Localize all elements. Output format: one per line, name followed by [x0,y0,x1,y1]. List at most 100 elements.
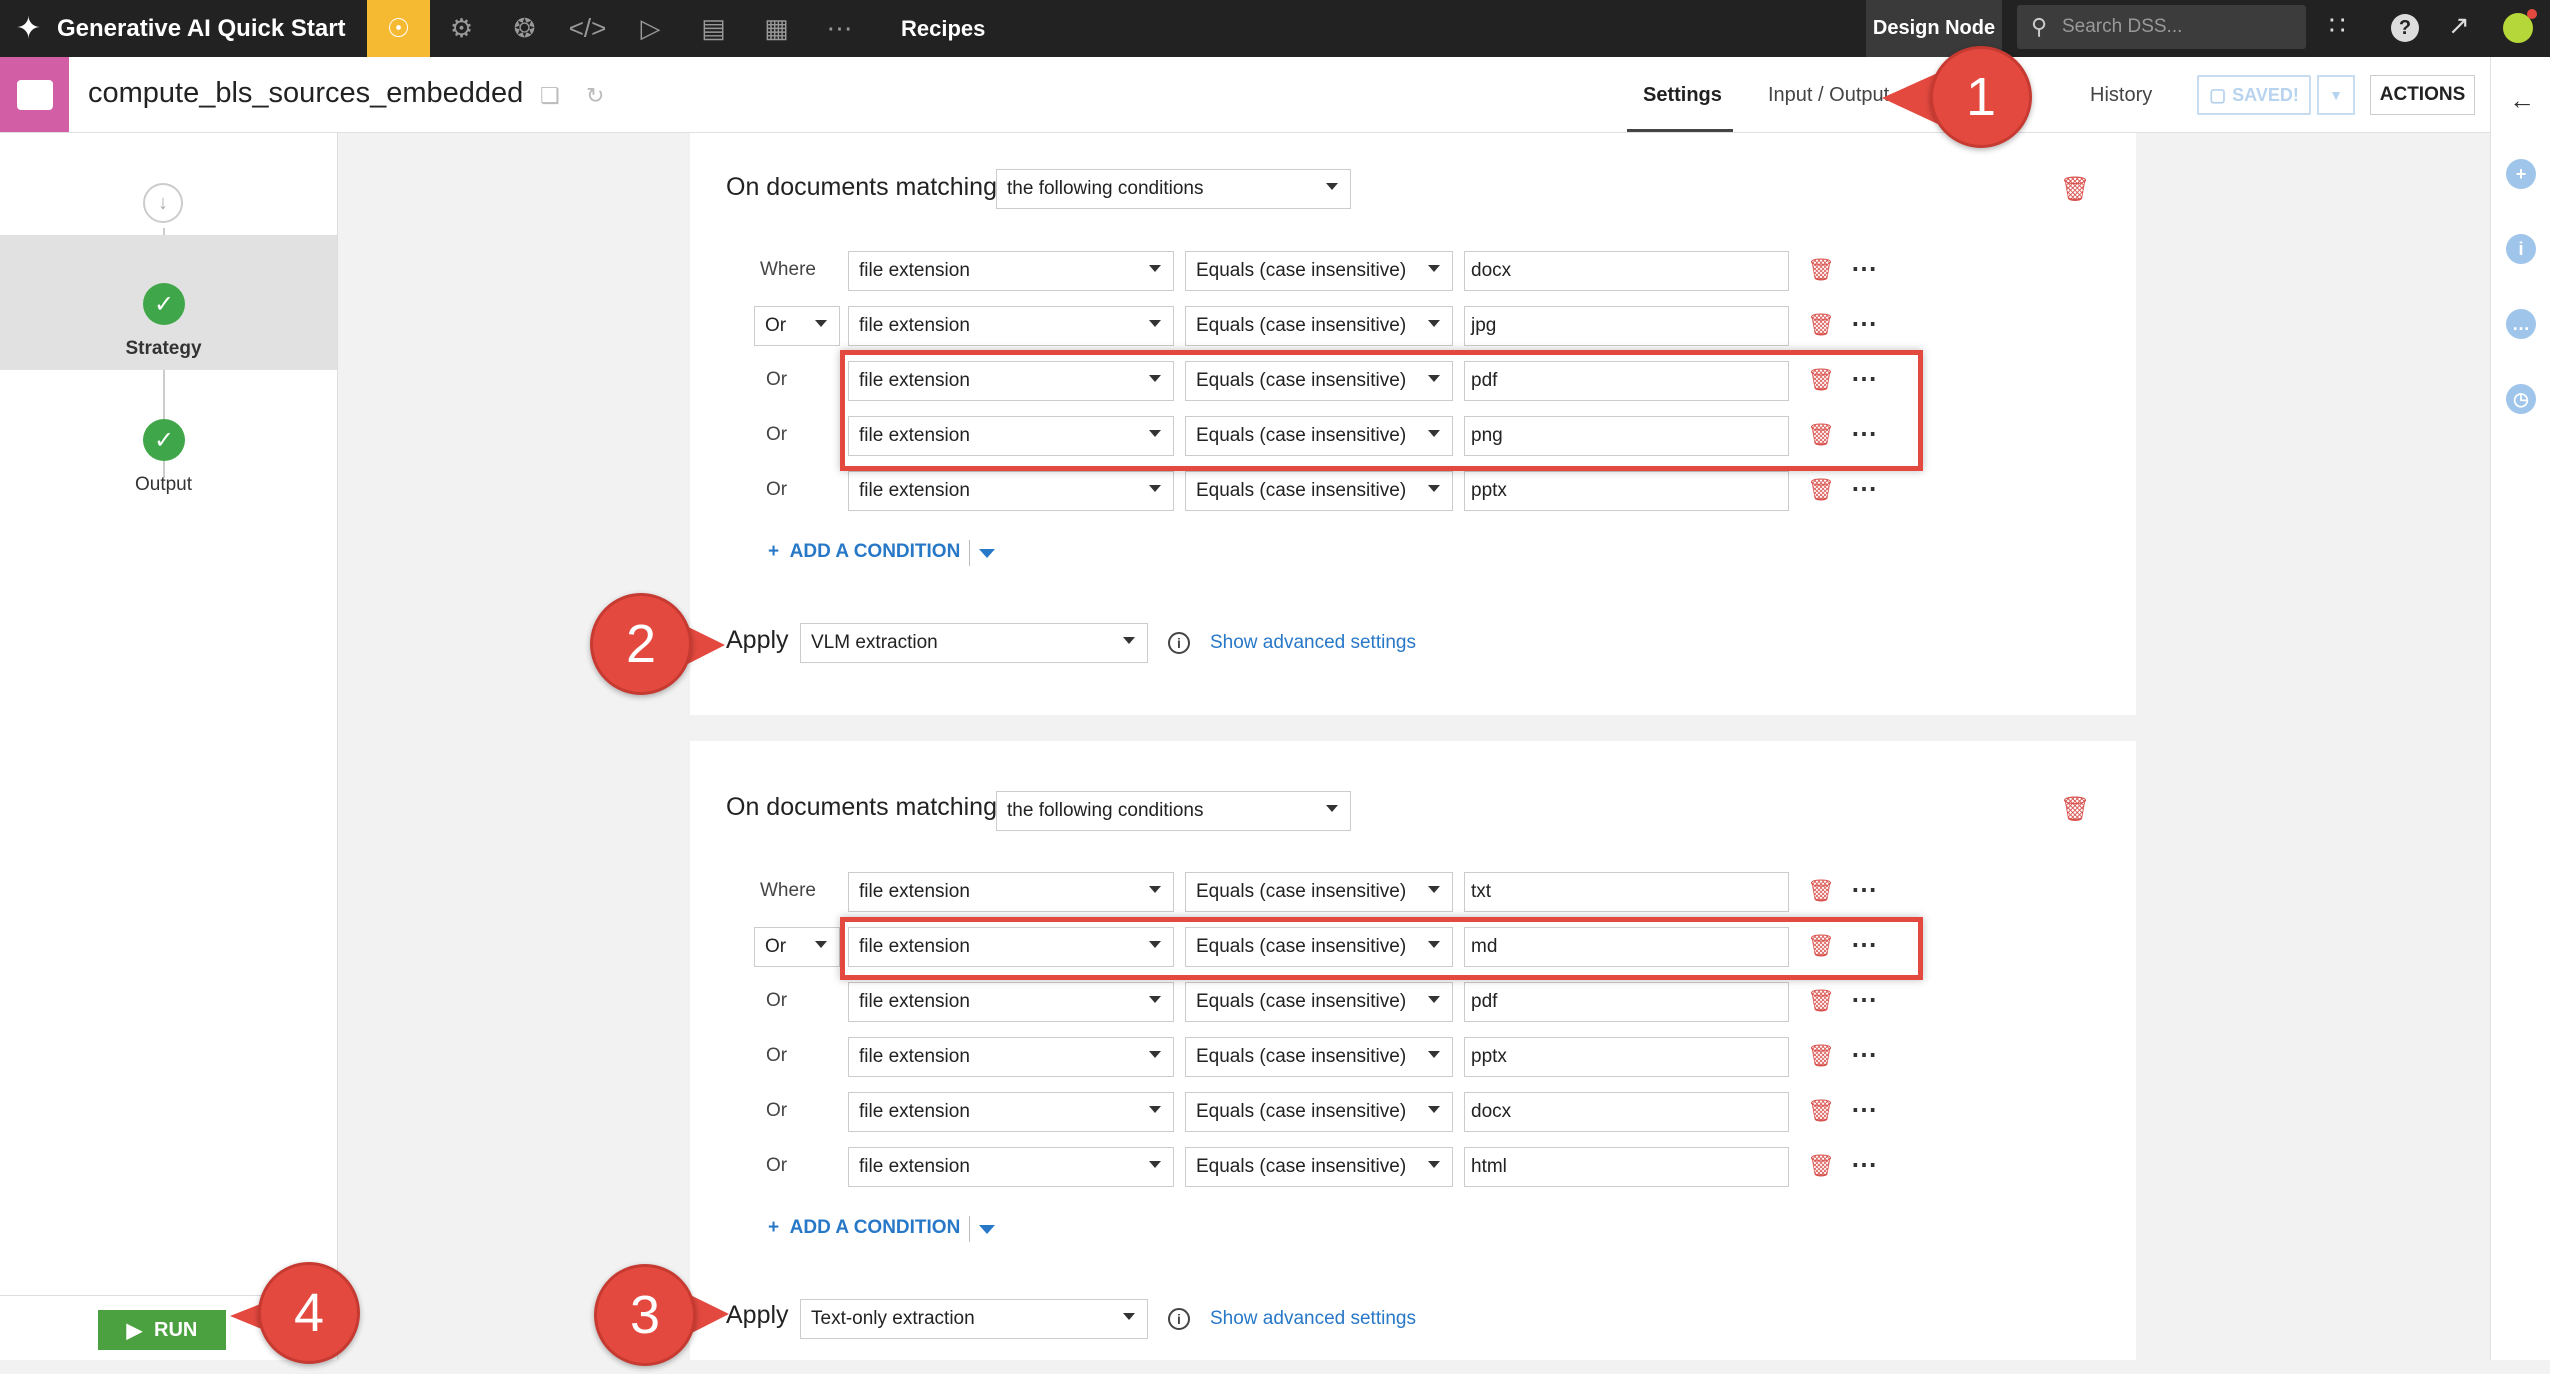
sync-icon[interactable]: ↻ [586,83,604,109]
dashboard-icon[interactable]: ▦ [745,0,808,57]
field-select[interactable]: file extension [848,361,1174,401]
delete-condition-icon[interactable]: 🗑 [1807,988,1835,1014]
actions-button[interactable]: ACTIONS [2370,75,2475,115]
more-options-icon[interactable]: ⋯ [1851,874,1878,905]
delete-condition-icon[interactable]: 🗑 [1807,878,1835,904]
delete-condition-icon[interactable]: 🗑 [1807,1153,1835,1179]
info-icon[interactable]: i [1168,632,1190,654]
field-select[interactable]: file extension [848,306,1174,346]
more-options-icon[interactable]: ⋯ [1851,253,1878,284]
apps-grid-icon[interactable]: ∷ [2329,10,2346,41]
operator-select[interactable]: Equals (case insensitive) [1185,251,1453,291]
step-label-output[interactable]: Output [0,474,327,496]
run-icon[interactable]: ▷ [619,0,682,57]
datasets-icon[interactable]: ▤ [682,0,745,57]
tab-input-output[interactable]: Input / Output [1768,84,1889,107]
save-button[interactable]: ▢ SAVED! [2197,75,2311,115]
operator-select[interactable]: Equals (case insensitive) [1185,471,1453,511]
add-condition-button[interactable]: + ADD A CONDITION [768,1217,960,1239]
delete-condition-icon[interactable]: 🗑 [1807,1098,1835,1124]
field-select[interactable]: file extension [848,416,1174,456]
field-select[interactable]: file extension [848,251,1174,291]
value-input[interactable]: jpg [1464,306,1789,346]
connector-select[interactable]: Or [754,306,840,346]
operator-select[interactable]: Equals (case insensitive) [1185,361,1453,401]
dataiku-logo-icon[interactable]: ✦ [0,0,57,57]
delete-rule-icon[interactable]: 🗑 [2060,175,2090,204]
lab-icon[interactable]: ⚙ [430,0,493,57]
operator-select[interactable]: Equals (case insensitive) [1185,927,1453,967]
delete-condition-icon[interactable]: 🗑 [1807,422,1835,448]
delete-condition-icon[interactable]: 🗑 [1807,312,1835,338]
apply-method-select[interactable]: VLM extraction [800,623,1148,663]
deploy-icon[interactable]: ❂ [493,0,556,57]
discussions-icon[interactable]: … [2506,309,2536,339]
value-input[interactable]: docx [1464,1092,1789,1132]
delete-condition-icon[interactable]: 🗑 [1807,257,1835,283]
more-options-icon[interactable]: ⋯ [1851,363,1878,394]
value-input[interactable]: png [1464,416,1789,456]
field-select[interactable]: file extension [848,1147,1174,1187]
more-options-icon[interactable]: ⋯ [1851,929,1878,960]
collapse-arrow-icon[interactable]: ← [2509,85,2535,116]
more-icon[interactable]: ⋯ [808,0,871,57]
more-options-icon[interactable]: ⋯ [1851,418,1878,449]
info-icon[interactable]: i [1168,1308,1190,1330]
value-input[interactable]: md [1464,927,1789,967]
value-input[interactable]: pptx [1464,1037,1789,1077]
help-icon[interactable]: ? [2391,14,2419,42]
operator-select[interactable]: Equals (case insensitive) [1185,1092,1453,1132]
save-dropdown-button[interactable]: ▼ [2317,75,2355,115]
operator-select[interactable]: Equals (case insensitive) [1185,306,1453,346]
show-advanced-settings-link[interactable]: Show advanced settings [1210,632,1416,654]
field-select[interactable]: file extension [848,872,1174,912]
match-mode-select[interactable]: the following conditions [996,791,1351,831]
tab-history[interactable]: History [2090,84,2152,107]
code-icon[interactable]: </> [556,0,619,57]
step-label-strategy[interactable]: Strategy [0,338,327,360]
search-input[interactable]: ⚲ Search DSS... [2017,5,2306,49]
copy-icon[interactable]: ❏ [540,83,560,109]
operator-select[interactable]: Equals (case insensitive) [1185,1147,1453,1187]
value-input[interactable]: html [1464,1147,1789,1187]
delete-condition-icon[interactable]: 🗑 [1807,1043,1835,1069]
field-select[interactable]: file extension [848,471,1174,511]
field-select[interactable]: file extension [848,1037,1174,1077]
value-input[interactable]: docx [1464,251,1789,291]
more-options-icon[interactable]: ⋯ [1851,473,1878,504]
more-options-icon[interactable]: ⋯ [1851,1149,1878,1180]
add-condition-button[interactable]: + ADD A CONDITION [768,541,960,563]
run-button[interactable]: ▶ RUN [98,1310,226,1350]
delete-condition-icon[interactable]: 🗑 [1807,367,1835,393]
field-select[interactable]: file extension [848,927,1174,967]
history-icon[interactable]: ◷ [2506,384,2536,414]
add-icon[interactable]: + [2506,159,2536,189]
value-input[interactable]: pdf [1464,361,1789,401]
field-select[interactable]: file extension [848,982,1174,1022]
flow-icon[interactable]: ☉ [367,0,430,57]
project-title[interactable]: Generative AI Quick Start [57,15,367,43]
operator-select[interactable]: Equals (case insensitive) [1185,416,1453,456]
value-input[interactable]: txt [1464,872,1789,912]
operator-select[interactable]: Equals (case insensitive) [1185,872,1453,912]
show-advanced-settings-link[interactable]: Show advanced settings [1210,1308,1416,1330]
more-options-icon[interactable]: ⋯ [1851,984,1878,1015]
add-condition-dropdown[interactable] [979,1225,995,1234]
delete-condition-icon[interactable]: 🗑 [1807,477,1835,503]
activity-icon[interactable]: ↗ [2448,10,2470,41]
apply-method-select[interactable]: Text-only extraction [800,1299,1148,1339]
more-options-icon[interactable]: ⋯ [1851,1094,1878,1125]
delete-rule-icon[interactable]: 🗑 [2060,795,2090,824]
value-input[interactable]: pptx [1464,471,1789,511]
field-select[interactable]: file extension [848,1092,1174,1132]
operator-select[interactable]: Equals (case insensitive) [1185,1037,1453,1077]
connector-select[interactable]: Or [754,927,840,967]
value-input[interactable]: pdf [1464,982,1789,1022]
operator-select[interactable]: Equals (case insensitive) [1185,982,1453,1022]
match-mode-select[interactable]: the following conditions [996,169,1351,209]
delete-condition-icon[interactable]: 🗑 [1807,933,1835,959]
info-icon[interactable]: i [2506,234,2536,264]
recipe-name[interactable]: compute_bls_sources_embedded [88,77,523,110]
design-node-label[interactable]: Design Node [1866,0,2002,57]
more-options-icon[interactable]: ⋯ [1851,308,1878,339]
